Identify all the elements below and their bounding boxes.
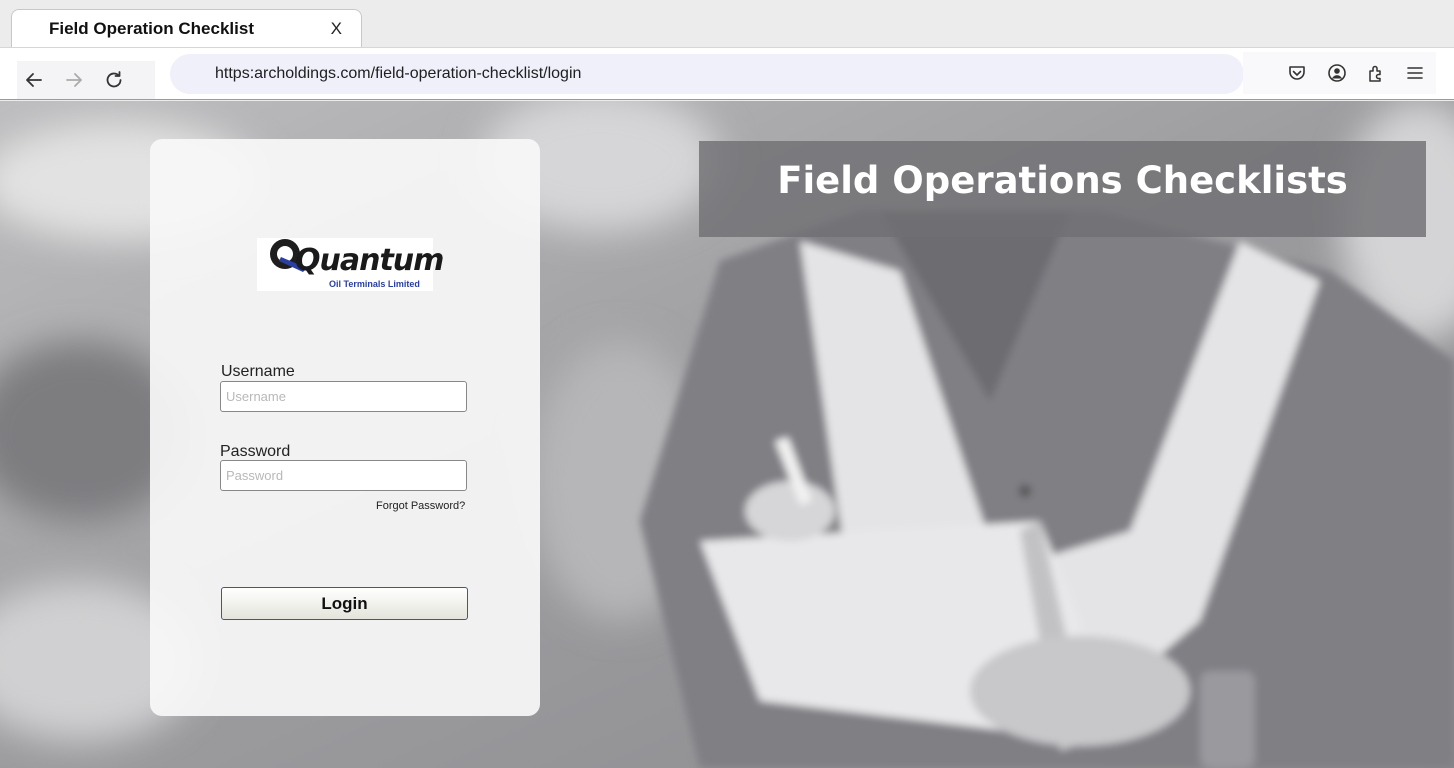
- company-logo: Quantum Oil Terminals Limited: [257, 238, 444, 291]
- reload-icon[interactable]: [103, 69, 125, 91]
- browser-toolbar: https:archoldings.com/field-operation-ch…: [0, 47, 1454, 100]
- forward-arrow-icon[interactable]: [63, 69, 85, 91]
- login-button[interactable]: Login: [221, 587, 468, 620]
- address-bar[interactable]: https:archoldings.com/field-operation-ch…: [170, 54, 1244, 94]
- page-title: Field Operations Checklists: [777, 159, 1348, 202]
- forgot-password-link[interactable]: Forgot Password?: [376, 500, 465, 512]
- pocket-icon[interactable]: [1287, 63, 1307, 83]
- toolbar-right-icons: [1243, 52, 1436, 94]
- login-page: Quantum Oil Terminals Limited Username P…: [0, 101, 1454, 768]
- login-card: Quantum Oil Terminals Limited Username P…: [150, 139, 540, 716]
- hero-banner: Field Operations Checklists: [699, 141, 1426, 237]
- username-label: Username: [221, 363, 295, 380]
- logo-text: Quantum: [295, 243, 444, 278]
- password-input[interactable]: [220, 460, 467, 491]
- navigation-buttons: [17, 61, 155, 99]
- tab-close-button[interactable]: X: [331, 19, 342, 39]
- tab-title: Field Operation Checklist: [49, 19, 254, 38]
- extensions-icon[interactable]: [1366, 63, 1386, 83]
- account-icon[interactable]: [1327, 63, 1347, 83]
- browser-tab[interactable]: Field Operation Checklist X: [11, 9, 362, 48]
- tab-strip: Field Operation Checklist X: [0, 0, 1454, 48]
- logo-subtext: Oil Terminals Limited: [329, 279, 420, 289]
- password-label: Password: [220, 443, 291, 460]
- menu-icon[interactable]: [1405, 63, 1425, 83]
- url-text: https:archoldings.com/field-operation-ch…: [215, 65, 582, 82]
- username-input[interactable]: [220, 381, 467, 412]
- back-arrow-icon[interactable]: [23, 69, 45, 91]
